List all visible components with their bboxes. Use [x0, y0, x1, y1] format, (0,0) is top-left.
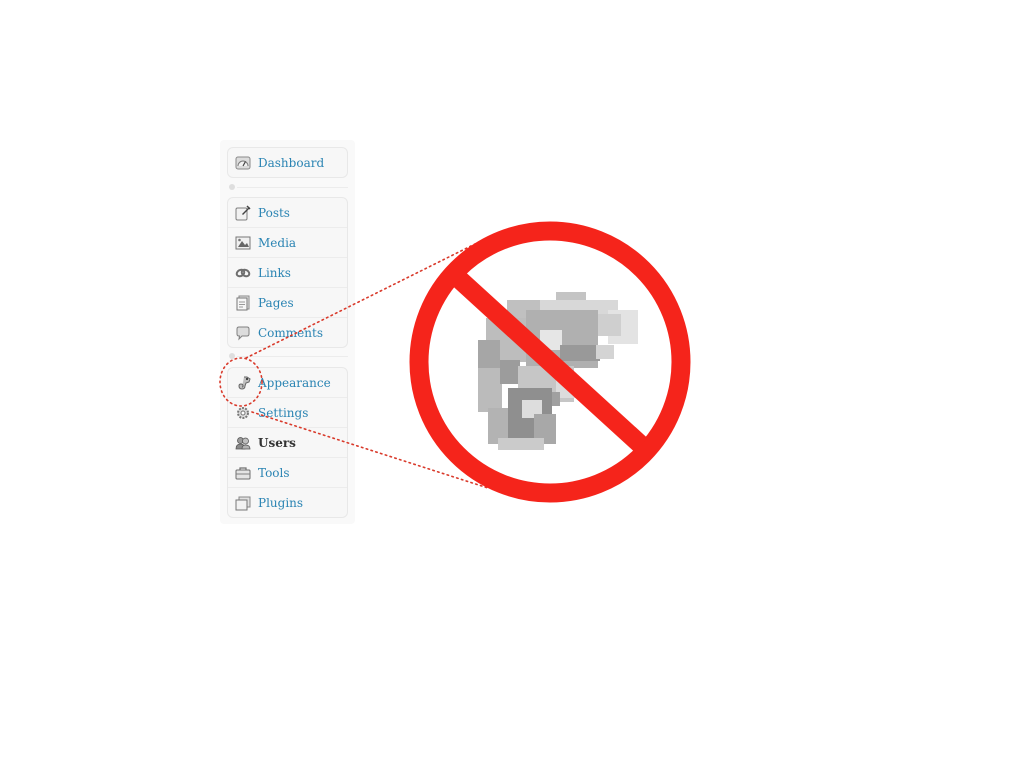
callout-overlay — [219, 221, 691, 503]
menu-label-links: Links — [258, 265, 291, 280]
appearance-chameleon-icon — [238, 376, 251, 390]
dashboard-icon — [235, 156, 251, 170]
menu-label-pages: Pages — [258, 295, 294, 310]
menu-label-comments: Comments — [258, 326, 323, 340]
tools-icon — [235, 466, 251, 479]
menu-label-users: Users — [258, 435, 296, 450]
menu-group-dashboard: Dashboard — [227, 147, 348, 178]
menu-group-admin: Appearance Settings Users Tools Plugins — [227, 367, 348, 518]
links-icon — [235, 268, 251, 277]
menu-separator — [227, 184, 348, 190]
menu-label-settings: Settings — [258, 405, 309, 420]
menu-item-pages[interactable]: Pages — [228, 288, 347, 318]
plugins-icon — [235, 496, 251, 511]
magnified-chameleon-icon — [478, 292, 638, 450]
menu-item-dashboard[interactable]: Dashboard — [228, 148, 347, 178]
menu-item-appearance[interactable]: Appearance — [228, 368, 347, 398]
media-icon — [235, 236, 251, 249]
admin-menu: Dashboard Posts Media Links Pages Commen… — [220, 140, 355, 524]
pages-icon — [236, 295, 250, 310]
menu-label-posts: Posts — [258, 205, 290, 220]
menu-item-plugins[interactable]: Plugins — [228, 488, 347, 518]
settings-gear-icon — [237, 406, 249, 419]
posts-icon — [235, 204, 251, 220]
menu-label-media: Media — [258, 235, 297, 250]
comments-icon — [236, 326, 250, 341]
menu-label-dashboard: Dashboard — [258, 156, 325, 170]
users-icon — [235, 436, 251, 449]
menu-label-appearance: Appearance — [258, 375, 331, 390]
menu-item-tools[interactable]: Tools — [228, 458, 347, 488]
menu-label-plugins: Plugins — [258, 496, 304, 510]
menu-item-users[interactable]: Users — [228, 428, 347, 458]
slide-stage: Dashboard Posts Media Links Pages Commen… — [0, 0, 1024, 768]
menu-item-comments[interactable]: Comments — [228, 318, 347, 348]
prohibition-icon — [409, 221, 691, 503]
menu-item-settings[interactable]: Settings — [228, 398, 347, 428]
menu-label-tools: Tools — [258, 465, 290, 480]
menu-item-links[interactable]: Links — [228, 258, 347, 288]
menu-group-content: Posts Media Links Pages Comments — [227, 197, 348, 348]
menu-item-posts[interactable]: Posts — [228, 198, 347, 228]
menu-item-media[interactable]: Media — [228, 228, 347, 258]
menu-separator — [227, 353, 348, 359]
